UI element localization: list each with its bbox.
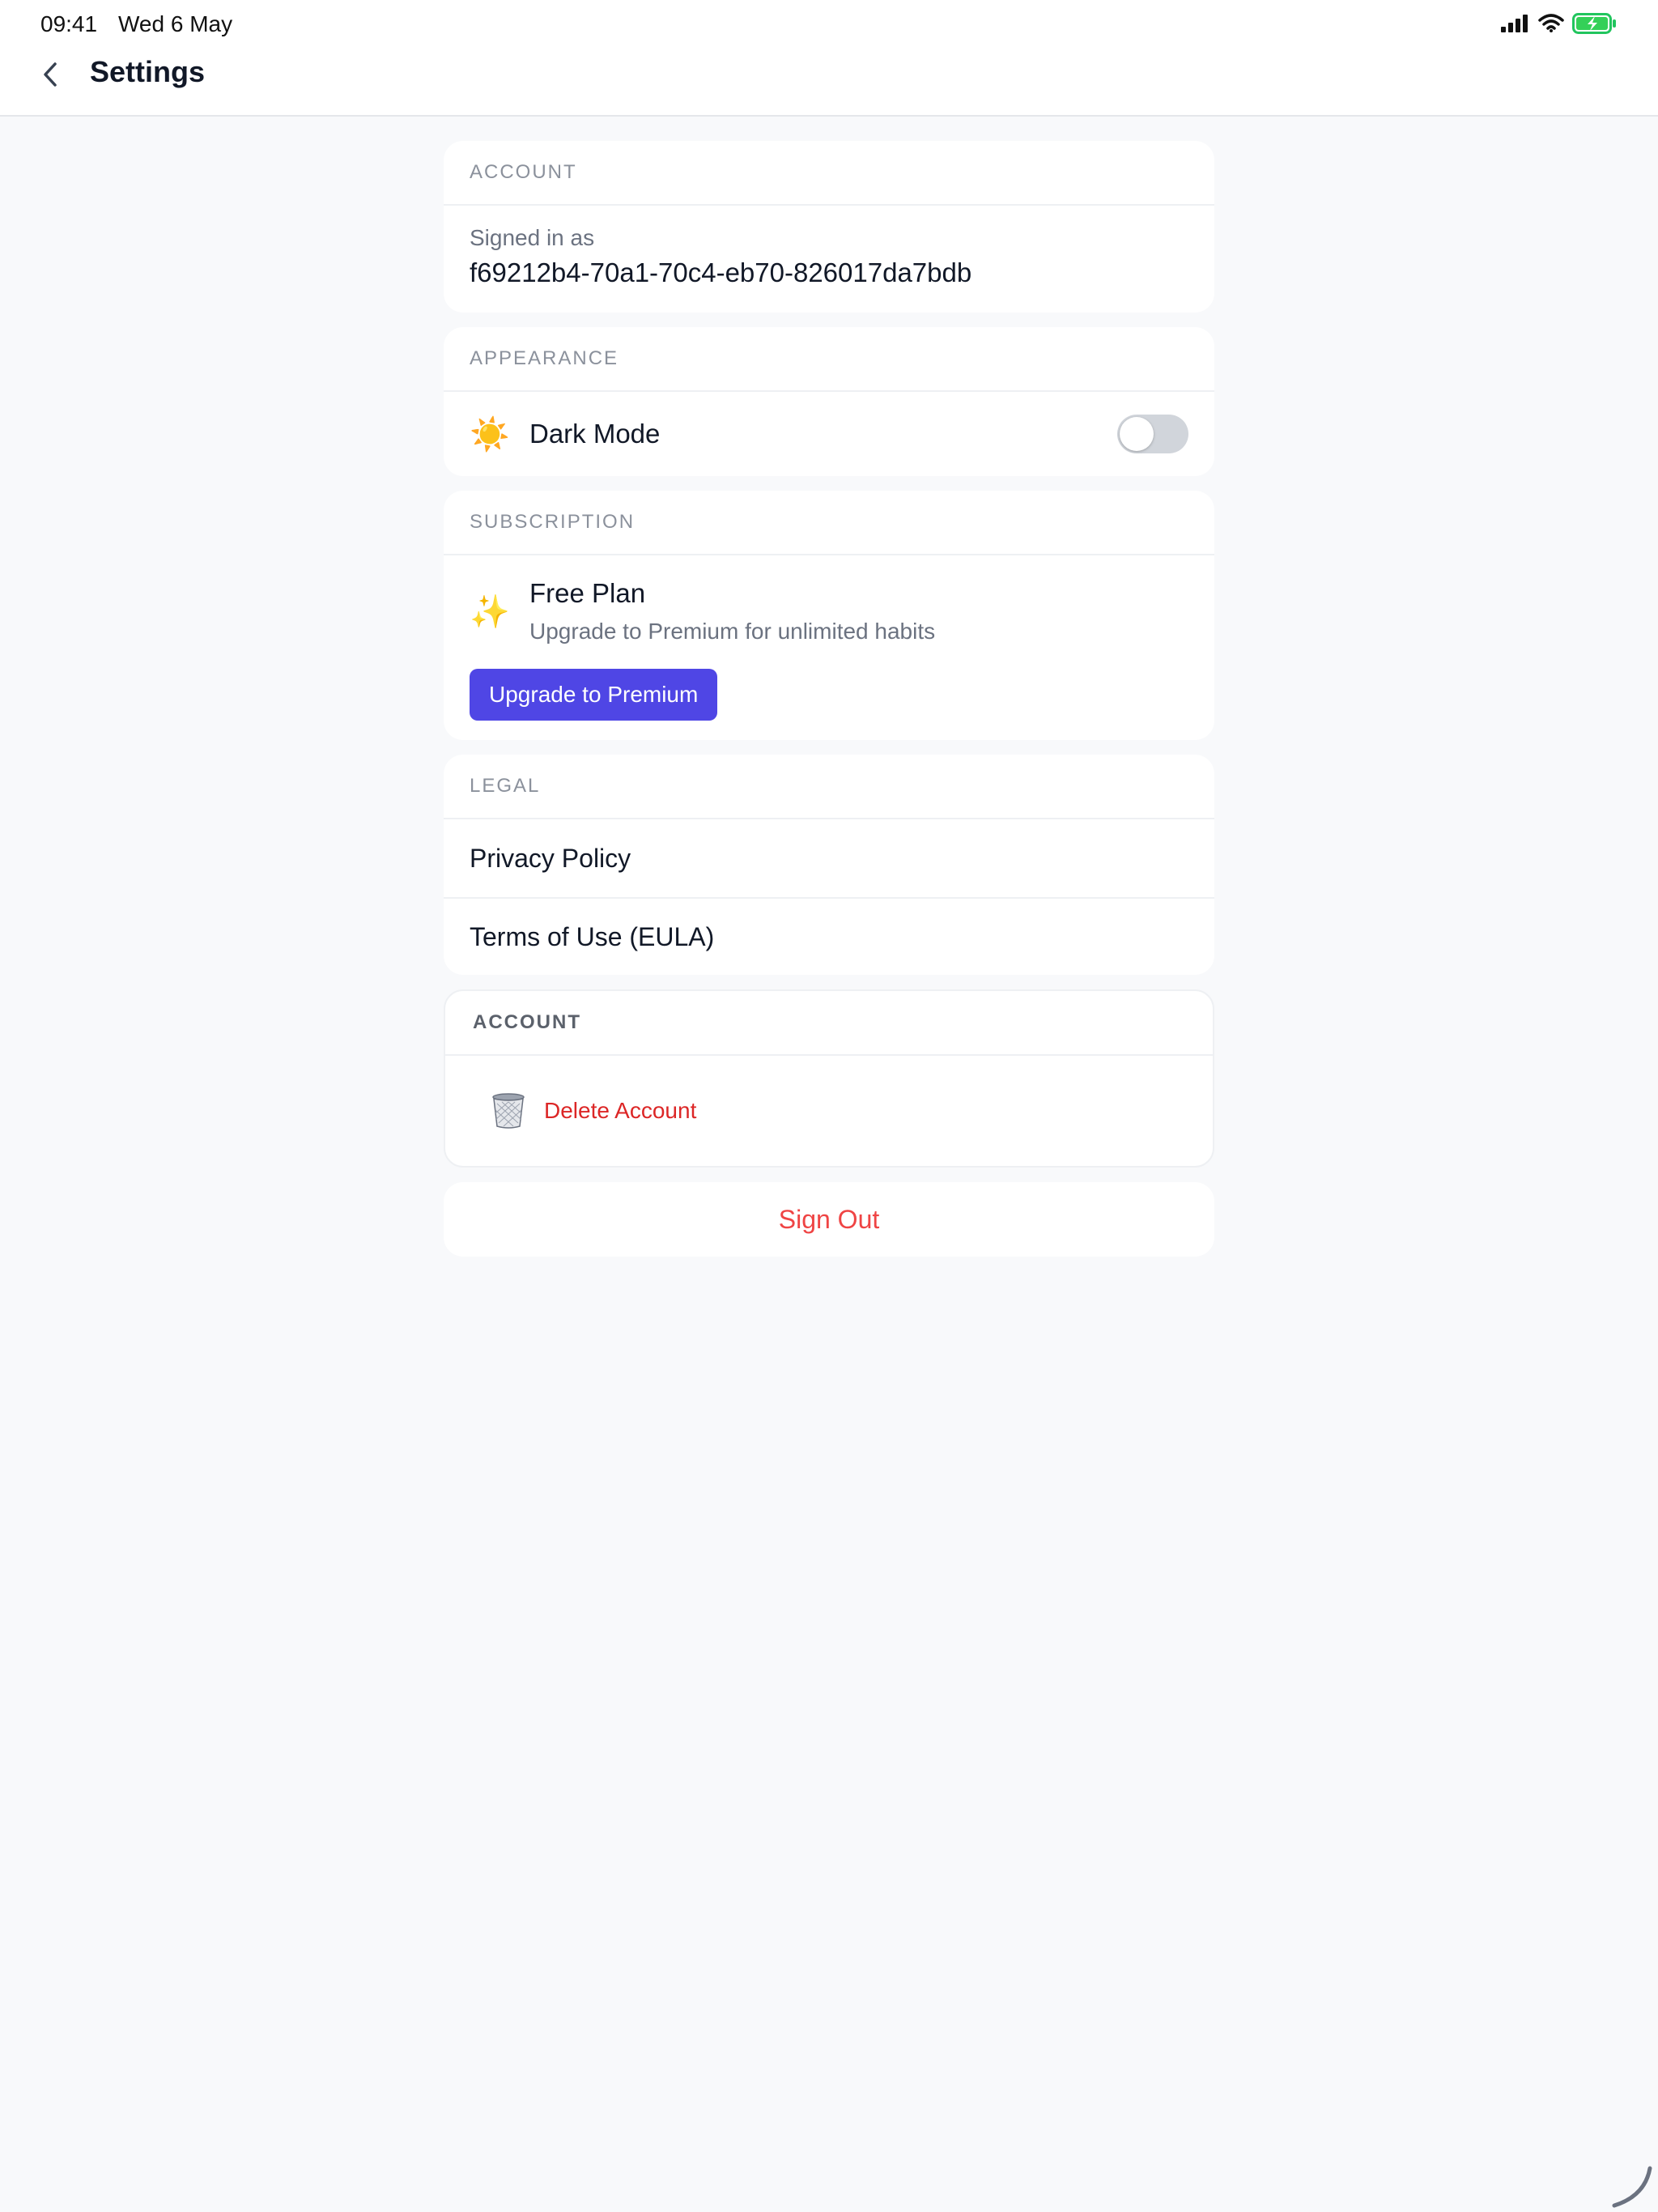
page-title: Settings	[90, 55, 206, 88]
signed-in-value: f69212b4-70a1-70c4-eb70-826017da7bdb	[470, 257, 972, 287]
top-bar: 09:41 Wed 6 May Settings	[0, 0, 1658, 117]
plan-title: Free Plan	[529, 578, 646, 608]
dark-mode-toggle[interactable]	[1117, 415, 1188, 453]
delete-account-button[interactable]: Delete Account	[445, 1056, 1213, 1166]
account-section-header: ACCOUNT	[444, 141, 1214, 206]
appearance-card: APPEARANCE ☀️ Dark Mode	[444, 327, 1214, 476]
settings-content: ACCOUNT Signed in as f69212b4-70a1-70c4-…	[444, 141, 1214, 1271]
legal-card: LEGAL Privacy Policy Terms of Use (EULA)	[444, 755, 1214, 975]
sign-out-label: Sign Out	[778, 1204, 880, 1234]
subscription-section-header: SUBSCRIPTION	[444, 491, 1214, 555]
signed-in-label: Signed in as	[470, 225, 595, 250]
status-icons	[1501, 13, 1618, 34]
plan-row: ✨ Free Plan Upgrade to Premium for unlim…	[444, 555, 1214, 644]
sign-out-button[interactable]: Sign Out	[444, 1182, 1214, 1257]
dark-mode-label: Dark Mode	[529, 419, 661, 449]
status-date: Wed 6 May	[118, 11, 233, 36]
status-time: 09:41	[40, 11, 98, 36]
terms-of-use-link[interactable]: Terms of Use (EULA)	[444, 897, 1214, 975]
delete-account-card: ACCOUNT Delete Account	[444, 989, 1214, 1168]
privacy-policy-link[interactable]: Privacy Policy	[444, 819, 1214, 897]
plan-subtitle: Upgrade to Premium for unlimited habits	[529, 619, 936, 644]
danger-section-header: ACCOUNT	[445, 991, 1213, 1056]
corner-gesture-icon	[1612, 2166, 1652, 2208]
chevron-left-icon	[44, 62, 57, 87]
delete-account-label: Delete Account	[544, 1098, 697, 1123]
account-card: ACCOUNT Signed in as f69212b4-70a1-70c4-…	[444, 141, 1214, 313]
sparkles-icon: ✨	[470, 593, 510, 630]
battery-charging-icon	[1572, 13, 1616, 34]
upgrade-to-premium-button[interactable]: Upgrade to Premium	[470, 669, 718, 721]
subscription-card: SUBSCRIPTION ✨ Free Plan Upgrade to Prem…	[444, 491, 1214, 740]
plan-text: Free Plan Upgrade to Premium for unlimit…	[529, 578, 935, 644]
dark-mode-row: ☀️ Dark Mode	[444, 392, 1214, 476]
appearance-section-header: APPEARANCE	[444, 327, 1214, 392]
back-button[interactable]	[32, 57, 68, 92]
wifi-icon	[1538, 14, 1564, 32]
cellular-signal-icon	[1501, 15, 1528, 32]
legal-section-header: LEGAL	[444, 755, 1214, 819]
sun-icon: ☀️	[470, 416, 510, 453]
trash-icon	[492, 1093, 525, 1129]
toggle-knob	[1120, 417, 1154, 451]
